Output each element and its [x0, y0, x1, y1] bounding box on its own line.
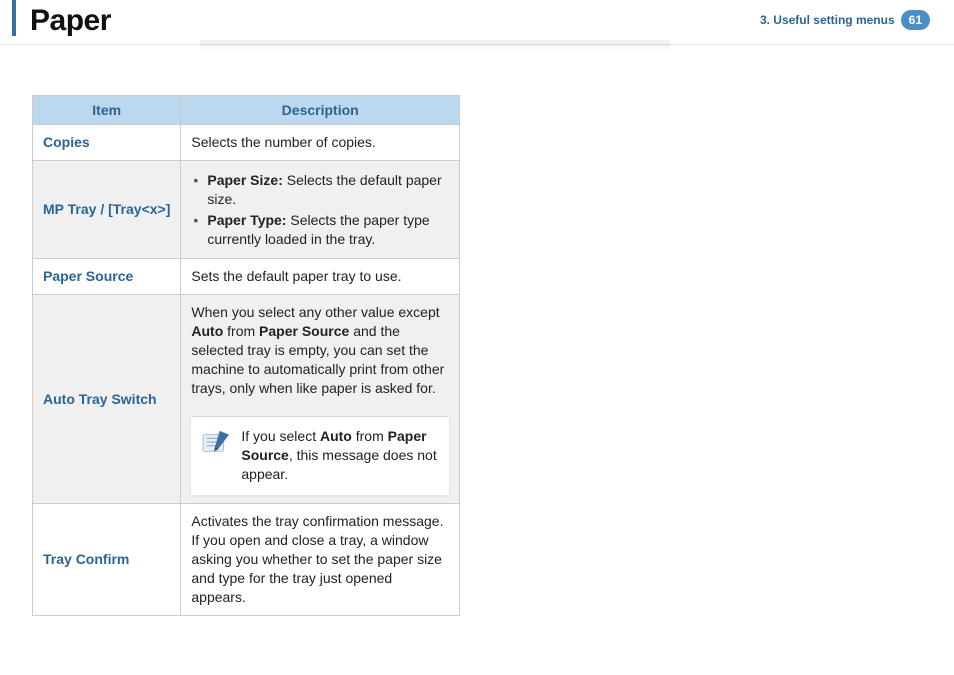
list-item: Paper Size: Selects the default paper si… — [191, 171, 449, 209]
breadcrumb: 3. Useful setting menus — [760, 13, 895, 27]
text-bold: Auto — [191, 323, 223, 339]
list-item: Paper Type: Selects the paper type curre… — [191, 211, 449, 249]
desc-copies: Selects the number of copies. — [181, 125, 460, 161]
item-auto-tray-switch: Auto Tray Switch — [33, 295, 181, 504]
item-tray-confirm: Tray Confirm — [33, 504, 181, 615]
text-bold: Auto — [320, 428, 352, 444]
table-row: Tray Confirm Activates the tray confirma… — [33, 504, 460, 615]
col-header-item: Item — [33, 96, 181, 125]
table-row: Copies Selects the number of copies. — [33, 125, 460, 161]
text-bold: Paper Source — [259, 323, 349, 339]
table-row: Paper Source Sets the default paper tray… — [33, 259, 460, 295]
label-paper-size: Paper Size: — [207, 172, 282, 188]
note-icon — [201, 429, 231, 455]
text: from — [223, 323, 259, 339]
note-text: If you select Auto from Paper Source, th… — [241, 427, 439, 484]
item-copies: Copies — [33, 125, 181, 161]
text: If you select — [241, 428, 320, 444]
desc-mptray: Paper Size: Selects the default paper si… — [181, 160, 460, 259]
page-title: Paper — [24, 4, 111, 38]
note-box: If you select Auto from Paper Source, th… — [191, 416, 449, 496]
content: Item Description Copies Selects the numb… — [0, 45, 460, 616]
text: When you select any other value except — [191, 304, 439, 320]
header-right: 3. Useful setting menus 61 — [760, 10, 930, 30]
page-header: Paper 3. Useful setting menus 61 — [0, 0, 954, 45]
page-number-badge: 61 — [901, 10, 930, 30]
col-header-description: Description — [181, 96, 460, 125]
label-paper-type: Paper Type: — [207, 212, 286, 228]
paragraph: When you select any other value except A… — [191, 303, 449, 397]
desc-auto-tray-switch: When you select any other value except A… — [181, 295, 460, 504]
table-row: MP Tray / [Tray<x>] Paper Size: Selects … — [33, 160, 460, 259]
item-mptray: MP Tray / [Tray<x>] — [33, 160, 181, 259]
accent-bar — [12, 0, 16, 36]
table-row: Auto Tray Switch When you select any oth… — [33, 295, 460, 504]
settings-table: Item Description Copies Selects the numb… — [32, 95, 460, 616]
text: from — [352, 428, 388, 444]
item-paper-source: Paper Source — [33, 259, 181, 295]
desc-paper-source: Sets the default paper tray to use. — [181, 259, 460, 295]
desc-tray-confirm: Activates the tray confirmation message.… — [181, 504, 460, 615]
